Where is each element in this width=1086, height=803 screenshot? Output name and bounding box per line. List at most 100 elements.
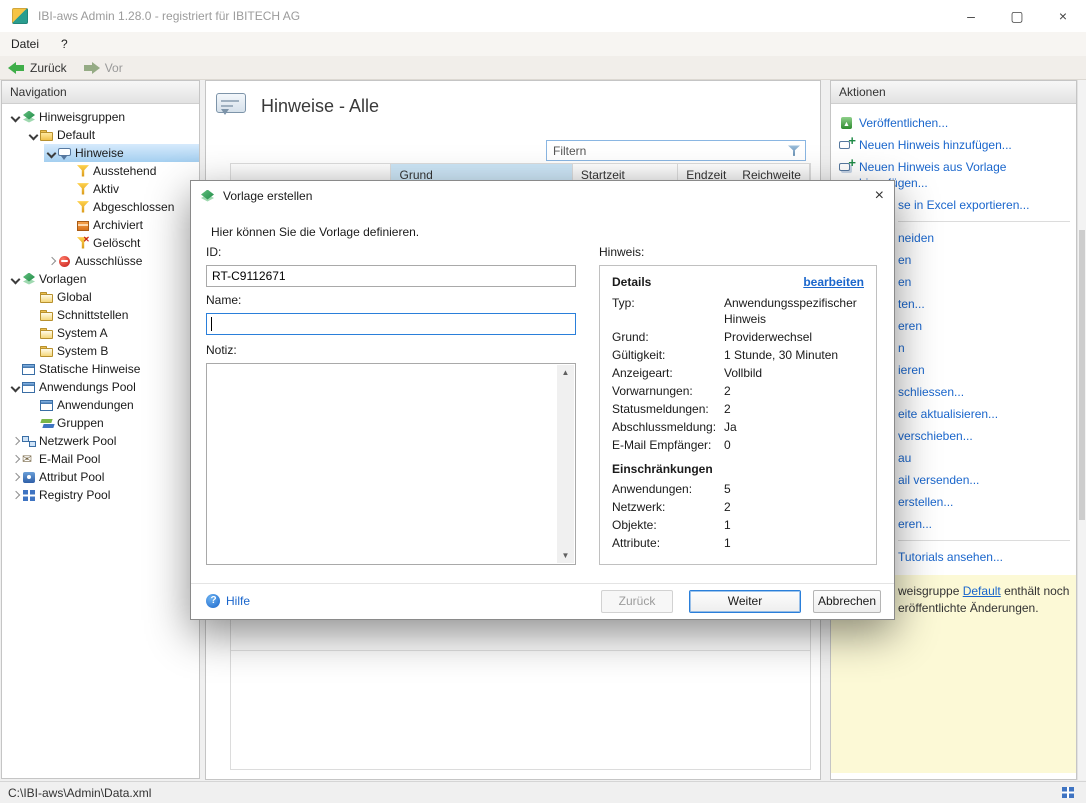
tree-item-icon — [76, 183, 91, 196]
tree-chevron-icon[interactable] — [44, 255, 58, 268]
tree-item[interactable]: Archiviert — [2, 216, 199, 234]
restriction-row: Netzwerk: 2 — [612, 498, 864, 516]
tree-item[interactable]: Ausstehend — [2, 162, 199, 180]
default-group-link[interactable]: Default — [963, 584, 1001, 598]
tree-item-label: Archiviert — [91, 218, 147, 232]
filter-input[interactable] — [547, 144, 788, 158]
detail-row: Anzeigeart: Vollbild — [612, 364, 864, 382]
tree-chevron-icon[interactable] — [8, 273, 22, 286]
action-link[interactable]: Veröffentlichen... — [839, 112, 1070, 134]
content-header: Hinweise - Alle — [216, 93, 379, 120]
note-textarea[interactable] — [206, 363, 576, 565]
tree-item[interactable]: Anwendungen — [2, 396, 199, 414]
action-label: ten... — [898, 296, 925, 312]
menu-help[interactable]: ? — [50, 32, 79, 56]
detail-row: E-Mail Empfänger: 0 — [612, 436, 864, 454]
tree-item[interactable]: Statische Hinweise — [2, 360, 199, 378]
filter-funnel-icon[interactable] — [788, 145, 800, 157]
minimize-button[interactable]: – — [948, 0, 994, 32]
note-label: Notiz: — [206, 343, 237, 357]
tree-chevron-icon[interactable] — [8, 381, 22, 394]
tree-item[interactable]: Schnittstellen — [2, 306, 199, 324]
navigation-header: Navigation — [2, 81, 199, 104]
tree-item[interactable]: Netzwerk Pool — [2, 432, 199, 450]
tree-item[interactable]: Aktiv — [2, 180, 199, 198]
restriction-label: Objekte: — [612, 517, 724, 533]
tree-chevron-icon[interactable] — [8, 111, 22, 124]
forward-button[interactable]: Vor — [83, 61, 123, 75]
detail-label: Abschlussmeldung: — [612, 419, 724, 435]
tree-item[interactable]: Default — [2, 126, 199, 144]
restriction-row: Attribute: 1 — [612, 534, 864, 552]
detail-row: Grund: Providerwechsel — [612, 328, 864, 346]
tree-chevron-icon[interactable] — [62, 237, 76, 250]
vertical-scrollbar[interactable] — [1077, 80, 1086, 780]
tree-item[interactable]: Anwendungs Pool — [2, 378, 199, 396]
tree-chevron-icon[interactable] — [26, 417, 40, 430]
tree-item-icon — [22, 453, 37, 466]
tree-item[interactable]: Hinweise — [2, 144, 199, 162]
tree-chevron-icon[interactable] — [26, 345, 40, 358]
tree-item[interactable]: Global — [2, 288, 199, 306]
name-field[interactable] — [206, 313, 576, 335]
tree-item[interactable]: Abgeschlossen — [2, 198, 199, 216]
tree-chevron-icon[interactable] — [44, 147, 58, 160]
back-button[interactable]: Zurück — [8, 61, 67, 75]
tree-item[interactable]: Hinweisgruppen — [2, 108, 199, 126]
tree-item[interactable]: E-Mail Pool — [2, 450, 199, 468]
tree-item-label: Ausschlüsse — [73, 254, 146, 268]
tree-item[interactable]: System A — [2, 324, 199, 342]
tree-chevron-icon[interactable] — [62, 165, 76, 178]
tree-chevron-icon[interactable] — [26, 291, 40, 304]
tree-chevron-icon[interactable] — [26, 129, 40, 142]
close-button[interactable]: × — [1040, 0, 1086, 32]
tree-chevron-icon[interactable] — [8, 435, 22, 448]
menu-file[interactable]: Datei — [0, 32, 50, 56]
textarea-scrollbar[interactable] — [557, 365, 574, 563]
status-bar: C:\IBI-aws\Admin\Data.xml — [0, 781, 1086, 803]
cancel-button[interactable]: Abbrechen — [813, 590, 881, 613]
filter-box — [546, 140, 806, 161]
tree-chevron-icon[interactable] — [26, 309, 40, 322]
tree-item[interactable]: System B — [2, 342, 199, 360]
tree-item[interactable]: Registry Pool — [2, 486, 199, 504]
detail-value: Ja — [724, 419, 864, 435]
action-label: en — [898, 252, 911, 268]
detail-row: Abschlussmeldung: Ja — [612, 418, 864, 436]
action-label: Veröffentlichen... — [859, 115, 948, 131]
next-button[interactable]: Weiter — [689, 590, 801, 613]
tree-chevron-icon[interactable] — [26, 327, 40, 340]
dialog-close-icon[interactable]: × — [850, 181, 884, 211]
action-link[interactable] — [898, 221, 1070, 222]
action-link[interactable]: Neuen Hinweis hinzufügen... — [839, 134, 1070, 156]
window-title: IBI-aws Admin 1.28.0 - registriert für I… — [38, 9, 300, 23]
back-arrow-icon — [8, 62, 25, 74]
tree-chevron-icon[interactable] — [8, 471, 22, 484]
tree-item[interactable]: Ausschlüsse — [2, 252, 199, 270]
restriction-row: Anwendungen: 5 — [612, 480, 864, 498]
help-icon — [206, 594, 220, 608]
tree-chevron-icon[interactable] — [8, 453, 22, 466]
detail-row: Statusmeldungen: 2 — [612, 400, 864, 418]
tree-chevron-icon[interactable] — [8, 489, 22, 502]
detail-value: 2 — [724, 401, 864, 417]
action-link[interactable] — [898, 540, 1070, 541]
tree-chevron-icon[interactable] — [62, 201, 76, 214]
maximize-button[interactable]: ▢ — [994, 0, 1040, 32]
tree-chevron-icon[interactable] — [62, 183, 76, 196]
page-title: Hinweise - Alle — [261, 96, 379, 117]
action-label: n — [898, 340, 905, 356]
scrollbar-thumb[interactable] — [1079, 230, 1085, 520]
tree-chevron-icon[interactable] — [26, 399, 40, 412]
tree-item[interactable]: Gruppen — [2, 414, 199, 432]
action-label: eren... — [898, 516, 932, 532]
tree-item[interactable]: Attribut Pool — [2, 468, 199, 486]
tree-chevron-icon[interactable] — [8, 363, 22, 376]
id-field[interactable] — [206, 265, 576, 287]
edit-link[interactable]: bearbeiten — [803, 275, 864, 289]
tree-chevron-icon[interactable] — [62, 219, 76, 232]
template-icon — [201, 190, 215, 203]
tree-item[interactable]: Vorlagen — [2, 270, 199, 288]
help-link[interactable]: Hilfe — [206, 594, 250, 608]
tree-item[interactable]: Gelöscht — [2, 234, 199, 252]
